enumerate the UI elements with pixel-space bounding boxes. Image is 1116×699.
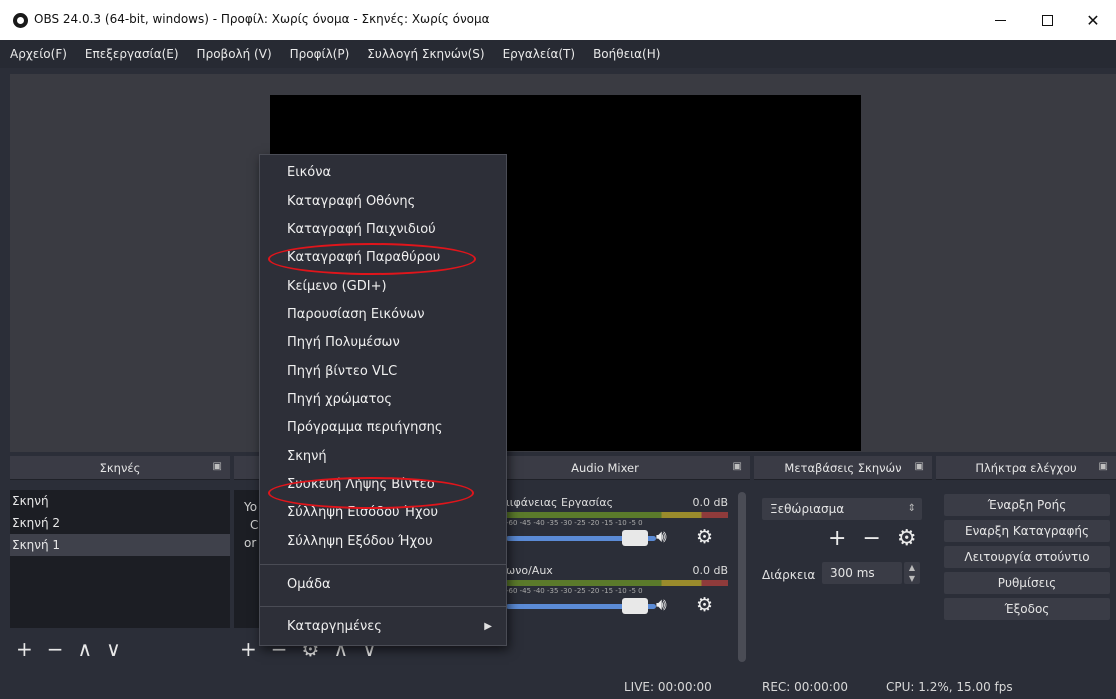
meter-ticks: -60 -45 -40 -35 -30 -25 -20 -15 -10 -5 0 (506, 519, 643, 527)
mixer-title: Audio Mixer (571, 460, 639, 475)
menu-item-scene[interactable]: Σκηνή (287, 449, 327, 464)
transition-select-value: Ξεθώριασμα (770, 502, 845, 516)
gear-icon[interactable]: ⚙ (696, 526, 713, 548)
chevron-updown-icon: ⇕ (907, 503, 916, 514)
duration-spinner[interactable]: ▲ ▼ (904, 562, 920, 584)
close-button[interactable]: ✕ (1070, 0, 1116, 40)
channel-name: ιιφάνειας Εργασίας (506, 496, 614, 509)
menu-item-color-source[interactable]: Πηγή χρώματος (287, 392, 392, 407)
speaker-icon[interactable]: 🔊︎ (656, 595, 667, 615)
volume-meter (506, 512, 728, 518)
title-bar: OBS 24.0.3 (64-bit, windows) - Προφίλ: Χ… (0, 0, 1116, 40)
maximize-icon (1041, 14, 1053, 26)
menu-item-group[interactable]: Ομάδα (287, 577, 331, 592)
meter-ticks: -60 -45 -40 -35 -30 -25 -20 -15 -10 -5 0 (506, 587, 643, 595)
menu-help[interactable]: Βοήθεια(H) (593, 47, 660, 61)
transitions-title: Μεταβάσεις Σκηνών (784, 460, 902, 475)
maximize-button[interactable] (1024, 0, 1070, 40)
scenes-toolbar: + − ∧ ∨ (10, 628, 230, 670)
mixer-scrollbar[interactable] (738, 492, 746, 662)
menu-item-audio-output-capture[interactable]: Σύλληψη Εξόδου Ήχου (287, 534, 433, 549)
start-recording-button[interactable]: Εναρξη Καταγραφής (944, 520, 1110, 542)
gear-icon[interactable]: ⚙ (897, 526, 917, 551)
menu-profile[interactable]: Προφίλ(P) (290, 47, 350, 61)
scene-item[interactable]: Σκηνή (10, 490, 230, 512)
volume-slider-handle[interactable] (622, 530, 648, 546)
menu-file[interactable]: Αρχείο(F) (10, 47, 67, 61)
submenu-arrow-icon: ▶ (484, 621, 492, 632)
menu-item-display-capture[interactable]: Καταγραφή Οθόνης (287, 194, 415, 209)
minimize-icon (994, 19, 1006, 21)
menu-item-game-capture[interactable]: Καταγραφή Παιχνιδιού (287, 222, 436, 237)
controls-dock: Πλήκτρα ελέγχου ▣ Έναρξη Ροής Εναρξη Κατ… (936, 456, 1116, 670)
menu-scene-collection[interactable]: Συλλογή Σκηνών(S) (367, 47, 484, 61)
scenes-header: Σκηνές ▣ (10, 456, 230, 480)
status-bar: LIVE: 00:00:00 REC: 00:00:00 CPU: 1.2%, … (0, 675, 1116, 699)
minimize-button[interactable] (977, 0, 1023, 40)
sources-hint: Yo C or (244, 498, 258, 552)
add-source-icon[interactable]: + (240, 639, 257, 659)
exit-button[interactable]: Έξοδος (944, 598, 1110, 620)
menu-bar: Αρχείο(F) Επεξεργασία(E) Προβολή (V) Προ… (0, 40, 1116, 68)
cpu-status: CPU: 1.2%, 15.00 fps (886, 680, 1013, 694)
transition-tools: + − ⚙ (828, 526, 933, 551)
add-scene-icon[interactable]: + (16, 639, 33, 659)
remove-scene-icon[interactable]: − (47, 639, 64, 659)
live-status: LIVE: 00:00:00 (624, 680, 712, 694)
channel-db: 0.0 dB (692, 496, 728, 509)
gear-icon[interactable]: ⚙ (696, 594, 713, 616)
channel-name: ωνο/Aux (506, 564, 553, 577)
transition-select[interactable]: Ξεθώριασμα ⇕ (762, 498, 922, 520)
move-down-icon[interactable]: ∨ (106, 639, 121, 659)
sources-hint-line: or (244, 536, 257, 550)
menu-view[interactable]: Προβολή (V) (197, 47, 272, 61)
duration-label: Διάρκεια (762, 568, 816, 582)
dock-float-icon[interactable]: ▣ (733, 461, 742, 472)
dock-float-icon[interactable]: ▣ (915, 461, 924, 472)
transitions-header: Μεταβάσεις Σκηνών ▣ (754, 456, 932, 480)
menu-separator (260, 564, 506, 565)
channel-db: 0.0 dB (692, 564, 728, 577)
highlight-ellipse (268, 243, 476, 275)
speaker-icon[interactable]: 🔊︎ (656, 527, 667, 547)
scene-item-selected[interactable]: Σκηνή 1 (10, 534, 230, 556)
settings-button[interactable]: Ρυθμίσεις (944, 572, 1110, 594)
close-icon: ✕ (1086, 10, 1100, 30)
controls-header: Πλήκτρα ελέγχου ▣ (936, 456, 1116, 480)
menu-item-media-source[interactable]: Πηγή Πολυμέσων (287, 335, 400, 350)
volume-meter (506, 580, 728, 586)
rec-status: REC: 00:00:00 (762, 680, 849, 694)
remove-transition-icon[interactable]: − (862, 526, 880, 551)
scenes-list: Σκηνή Σκηνή 2 Σκηνή 1 (10, 490, 230, 628)
dock-float-icon[interactable]: ▣ (1099, 461, 1108, 472)
sources-hint-line: C (250, 518, 259, 532)
start-streaming-button[interactable]: Έναρξη Ροής (944, 494, 1110, 516)
menu-separator (260, 606, 506, 607)
add-source-context-menu: Εικόνα Καταγραφή Οθόνης Καταγραφή Παιχνι… (259, 154, 507, 646)
scenes-title: Σκηνές (99, 460, 141, 475)
transitions-dock: Μεταβάσεις Σκηνών ▣ Ξεθώριασμα ⇕ + − ⚙ Δ… (754, 456, 932, 670)
move-up-icon[interactable]: ∧ (78, 639, 93, 659)
menu-item-image[interactable]: Εικόνα (287, 165, 331, 180)
menu-item-vlc-source[interactable]: Πηγή βίντεο VLC (287, 364, 397, 379)
highlight-ellipse (268, 477, 474, 509)
dock-float-icon[interactable]: ▣ (213, 461, 222, 472)
menu-tools[interactable]: Εργαλεία(T) (503, 47, 575, 61)
menu-item-deprecated[interactable]: Καταργημένες (287, 619, 382, 634)
menu-item-browser[interactable]: Πρόγραμμα περιήγησης (287, 420, 443, 435)
scenes-dock: Σκηνές ▣ Σκηνή Σκηνή 2 Σκηνή 1 + − ∧ ∨ (10, 456, 230, 670)
duration-input[interactable]: 300 ms (822, 562, 902, 584)
volume-slider-handle[interactable] (622, 598, 648, 614)
sources-hint-line: Yo (244, 500, 258, 514)
controls-title: Πλήκτρα ελέγχου (975, 460, 1077, 475)
scene-item[interactable]: Σκηνή 2 (10, 512, 230, 534)
obs-logo-icon (13, 13, 28, 28)
window-title: OBS 24.0.3 (64-bit, windows) - Προφίλ: Χ… (34, 12, 490, 26)
studio-mode-button[interactable]: Λειτουργία στούντιο (944, 546, 1110, 568)
menu-item-image-slideshow[interactable]: Παρουσίαση Εικόνων (287, 307, 425, 322)
menu-item-text-gdi[interactable]: Κείμενο (GDI+) (287, 279, 387, 294)
menu-edit[interactable]: Επεξεργασία(E) (85, 47, 179, 61)
add-transition-icon[interactable]: + (828, 526, 846, 551)
